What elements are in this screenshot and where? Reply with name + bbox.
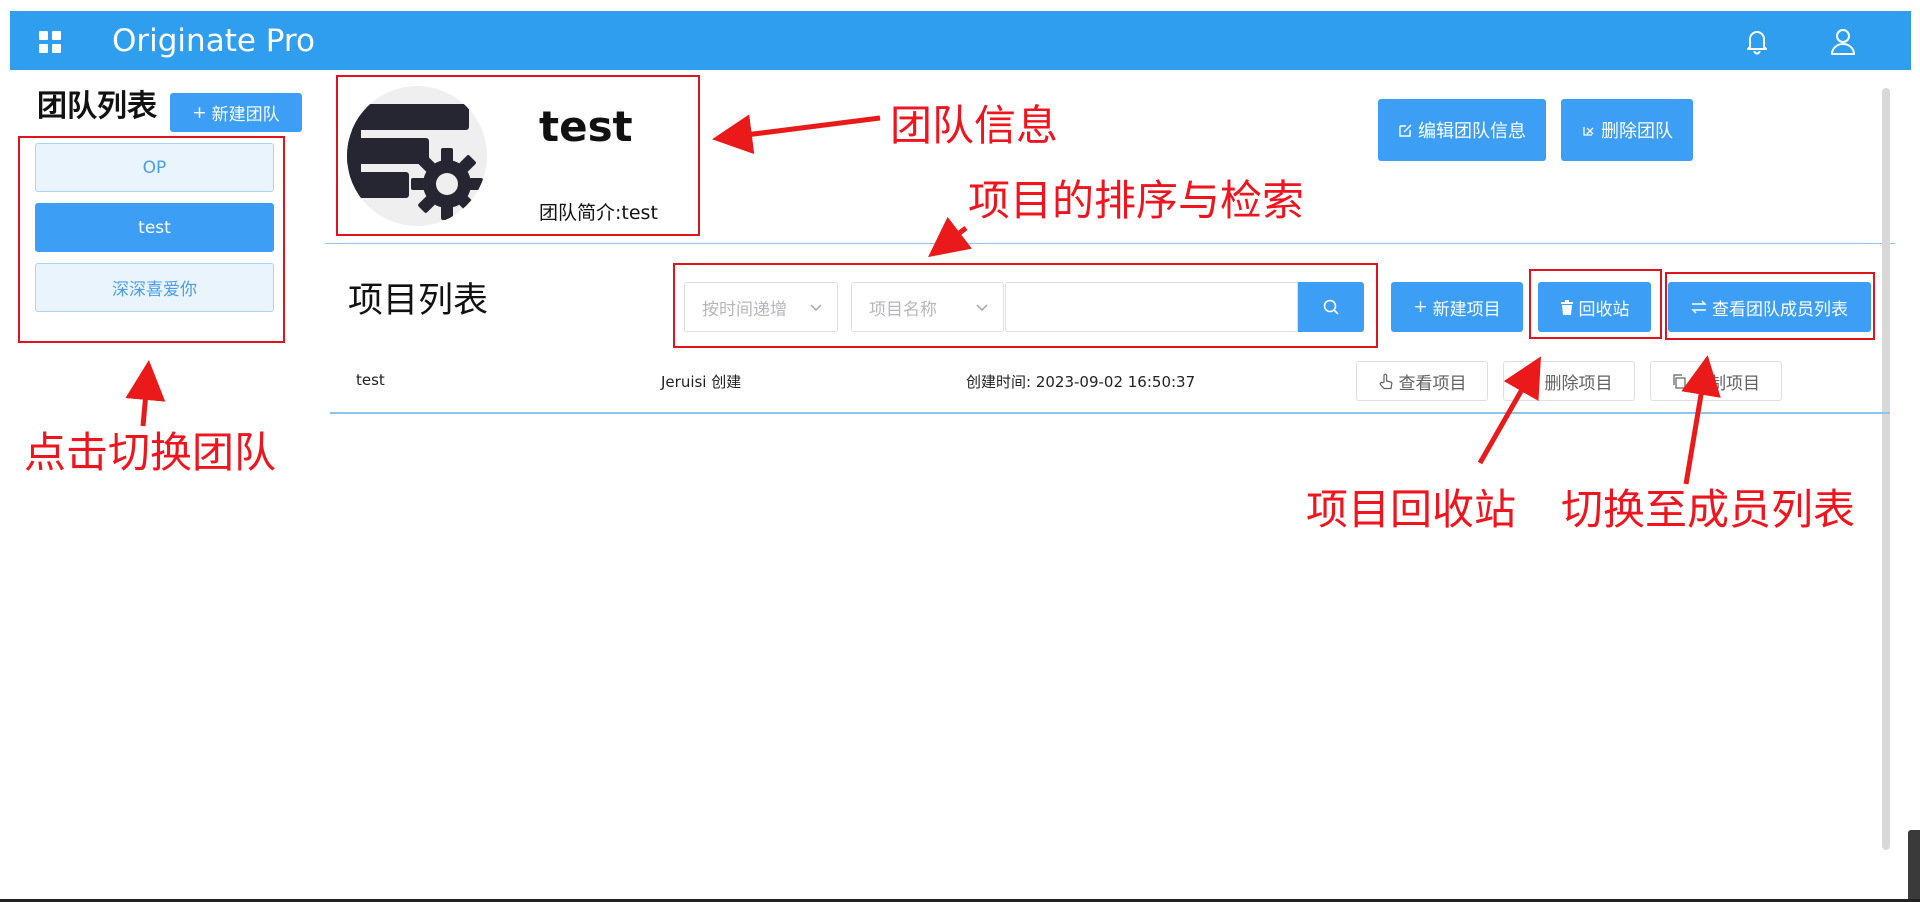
annotation-box-team-list <box>18 136 285 343</box>
new-project-label: 新建项目 <box>1432 299 1501 320</box>
view-project-label: 查看项目 <box>1398 373 1467 394</box>
arrow-sort-search <box>928 216 972 258</box>
copy-icon <box>1673 373 1686 389</box>
delete-team-button[interactable]: 删除团队 <box>1561 99 1693 161</box>
table-row: test Jeruisi 创建 创建时间: 2023-09-02 16:50:3… <box>330 355 1890 407</box>
annotation-box-recycle <box>1529 269 1662 339</box>
team-list-title: 团队列表 <box>37 89 157 124</box>
top-app-bar: Originate Pro <box>10 11 1911 70</box>
new-project-button[interactable]: + 新建项目 <box>1391 282 1523 332</box>
project-list-title: 项目列表 <box>348 281 489 321</box>
edit-team-label: 编辑团队信息 <box>1418 121 1526 142</box>
delete-icon <box>1583 126 1594 136</box>
plus-icon: + <box>1413 297 1428 317</box>
section-divider <box>325 243 1895 244</box>
user-icon[interactable] <box>1828 26 1858 56</box>
project-creator: Jeruisi 创建 <box>661 373 742 391</box>
new-team-button[interactable]: + 新建团队 <box>170 93 302 132</box>
bell-icon[interactable] <box>1742 26 1772 56</box>
delete-project-label: 删除项目 <box>1544 373 1613 394</box>
project-name: test <box>356 371 385 389</box>
annotation-box-team-info <box>336 75 700 236</box>
annotation-box-sort-search <box>673 263 1378 348</box>
project-created-time: 创建时间: 2023-09-02 16:50:37 <box>966 373 1196 391</box>
corner-widget <box>1908 830 1920 902</box>
arrow-switch-team <box>125 360 166 427</box>
edit-team-button[interactable]: 编辑团队信息 <box>1378 99 1546 161</box>
hand-pointer-icon <box>1379 373 1392 389</box>
edit-icon <box>1399 124 1412 137</box>
arrow-team-info <box>712 114 881 155</box>
delete-team-label: 删除团队 <box>1601 121 1673 142</box>
copy-project-label: 复制项目 <box>1692 373 1760 394</box>
annotation-sort-search: 项目的排序与检索 <box>968 176 1305 225</box>
annotation-team-info: 团队信息 <box>890 101 1059 150</box>
view-project-button[interactable]: 查看项目 <box>1356 361 1488 401</box>
annotation-switch-team: 点击切换团队 <box>24 428 277 477</box>
annotation-recycle: 项目回收站 <box>1306 485 1517 534</box>
delete-project-button[interactable]: 删除项目 <box>1503 361 1635 401</box>
annotation-members: 切换至成员列表 <box>1561 485 1856 534</box>
apps-grid-icon[interactable] <box>39 31 61 53</box>
table-bottom-border <box>330 412 1890 414</box>
trash-icon <box>1526 373 1539 389</box>
new-team-label: 新建团队 <box>211 105 280 125</box>
plus-icon: + <box>192 102 207 123</box>
copy-project-button[interactable]: 复制项目 <box>1650 361 1782 401</box>
app-title: Originate Pro <box>112 23 315 59</box>
scrollbar[interactable] <box>1882 88 1890 850</box>
annotation-box-members <box>1665 272 1875 340</box>
